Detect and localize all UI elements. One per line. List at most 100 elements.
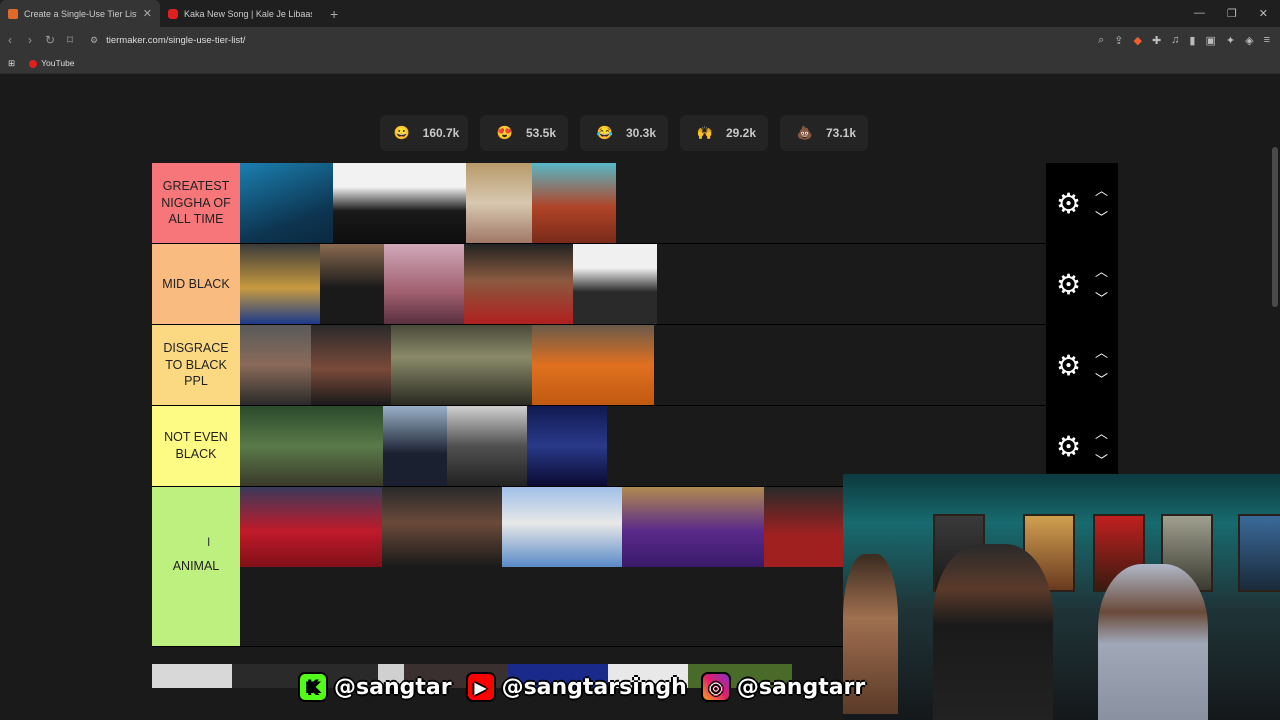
move-down-icon[interactable]: ﹀ [1095,207,1108,226]
settings-gear-icon[interactable]: ⚙ [1056,187,1081,220]
bookmark-icon[interactable]: ⌑ [60,33,80,47]
move-arrows: ︿ ﹀ [1095,180,1108,226]
tier-item-image[interactable] [384,244,464,324]
extensions-icon[interactable]: ✚ [1152,34,1161,47]
tier-item-image[interactable] [152,664,232,688]
address-bar-row: ‹ › ↻ ⌑ ⚙ tiermaker.com/single-use-tier-… [0,27,1280,53]
tier-item-image[interactable] [382,487,502,567]
move-up-icon[interactable]: ︿ [1095,342,1108,361]
tier-label[interactable]: MID BLACK [152,244,240,324]
tier-item-image[interactable] [532,163,616,243]
reaction-count: 29.2k [725,126,757,140]
move-up-icon[interactable]: ︿ [1095,180,1108,199]
reaction-count: 53.5k [525,126,557,140]
tier-items [240,325,1046,405]
tab-tiermaker[interactable]: Create a Single-Use Tier List (Pr ✕ [0,0,160,27]
tier-item-image[interactable] [573,244,657,324]
settings-gear-icon[interactable]: ⚙ [1056,268,1081,301]
youtube-icon: ▶ [465,672,496,702]
social-handle: @sangtarsingh [501,674,687,700]
tier-item-image[interactable] [464,244,573,324]
tier-item-image[interactable] [447,406,527,486]
tier-row: MID BLACK ⚙ ︿ ﹀ [152,244,1118,325]
instagram-icon: ◎ [700,672,731,702]
youtube-icon [29,59,38,68]
tier-item-image[interactable] [532,325,654,405]
reload-icon[interactable]: ↻ [40,33,60,47]
tier-label[interactable]: DISGRACE TO BLACK PPL [152,325,240,405]
reaction-laugh[interactable]: 😂 30.3k [580,115,668,151]
tier-item-image[interactable] [622,487,764,567]
reaction-poop[interactable]: 💩 73.1k [780,115,868,151]
share-icon[interactable]: ⇪ [1114,34,1123,47]
tier-item-image[interactable] [466,163,532,243]
tier-row: GREATEST NIGGHA OF ALL TIME ⚙ ︿ ﹀ [152,163,1118,244]
raised-hands-emoji-icon: 🙌 [696,125,714,140]
reaction-count: 30.3k [625,126,657,140]
tier-item-image[interactable] [240,406,383,486]
zoom-icon[interactable]: ⌕ [1098,34,1104,47]
host-person-right [1098,564,1208,720]
site-info-icon[interactable]: ⚙ [90,35,98,46]
restore-icon[interactable]: ❐ [1227,7,1237,20]
move-down-icon[interactable]: ﹀ [1095,369,1108,388]
tier-controls: ⚙ ︿ ﹀ [1046,163,1118,243]
tier-item-image[interactable] [527,406,607,486]
tier-label[interactable]: GREATEST NIGGHA OF ALL TIME [152,163,240,243]
settings-gear-icon[interactable]: ⚙ [1056,430,1081,463]
move-up-icon[interactable]: ︿ [1095,423,1108,442]
wallet-icon[interactable]: ▣ [1205,34,1215,47]
tier-controls: ⚙ ︿ ﹀ [1046,244,1118,324]
reaction-bar: 😀 160.7k 😍 53.5k 😂 30.3k 🙌 29.2k 💩 73.1k [380,115,868,151]
move-down-icon[interactable]: ﹀ [1095,450,1108,469]
tier-item-image[interactable] [333,163,466,243]
media-icon[interactable]: ♫ [1171,34,1179,47]
browser-toolbar: ⌕ ⇪ ◆ ✚ ♫ ▮ ▣ ✦ ◈ ≡ [1098,34,1280,47]
reaction-count: 73.1k [825,126,857,140]
page-scrollbar[interactable] [1272,147,1278,307]
tier-item-image[interactable] [240,325,311,405]
tier-items [240,163,1046,243]
forward-icon[interactable]: › [20,33,40,47]
vpn-icon[interactable]: ◈ [1245,34,1253,47]
poop-emoji-icon: 💩 [796,125,814,140]
tier-label[interactable]: NOT EVEN BLACK [152,406,240,486]
bookmark-label: YouTube [41,58,75,68]
reaction-heart-eyes[interactable]: 😍 53.5k [480,115,568,151]
tier-item-image[interactable] [320,244,384,324]
tier-item-image[interactable] [311,325,391,405]
tier-item-image[interactable] [240,244,320,324]
grin-emoji-icon: 😀 [393,125,410,140]
brave-shield-icon[interactable]: ◆ [1133,34,1141,47]
close-tab-icon[interactable]: ✕ [143,7,152,20]
move-down-icon[interactable]: ﹀ [1095,288,1108,307]
tier-item-image[interactable] [764,487,844,567]
tab-title: Create a Single-Use Tier List (Pr [24,8,137,19]
url-text: tiermaker.com/single-use-tier-list/ [106,34,246,46]
kick-icon: K [298,672,328,702]
move-up-icon[interactable]: ︿ [1095,261,1108,280]
settings-gear-icon[interactable]: ⚙ [1056,349,1081,382]
tier-item-image[interactable] [240,487,382,567]
minimize-icon[interactable]: — [1194,7,1205,20]
move-arrows: ︿ ﹀ [1095,423,1108,469]
menu-icon[interactable]: ≡ [1264,34,1270,47]
sidebar-icon[interactable]: ▮ [1189,34,1195,47]
reaction-raised-hands[interactable]: 🙌 29.2k [680,115,768,151]
new-tab-icon[interactable]: + [320,6,348,22]
bookmark-youtube[interactable]: YouTube [29,58,75,68]
tier-item-image[interactable] [391,325,532,405]
close-window-icon[interactable]: ✕ [1259,7,1268,20]
back-icon[interactable]: ‹ [0,33,20,47]
tier-label[interactable]: ANIMAL [152,487,240,646]
tier-item-image[interactable] [240,163,333,243]
tiermaker-favicon-icon [8,8,18,19]
url-field[interactable]: ⚙ tiermaker.com/single-use-tier-list/ [90,35,1098,46]
tab-youtube[interactable]: Kaka New Song | Kale Je Libaas Di (C [160,0,320,27]
reaction-grin[interactable]: 😀 160.7k [380,115,468,151]
move-arrows: ︿ ﹀ [1095,342,1108,388]
tier-item-image[interactable] [383,406,447,486]
apps-grid-icon[interactable]: ⊞ [8,58,15,69]
tier-item-image[interactable] [502,487,622,567]
leo-icon[interactable]: ✦ [1226,34,1235,47]
